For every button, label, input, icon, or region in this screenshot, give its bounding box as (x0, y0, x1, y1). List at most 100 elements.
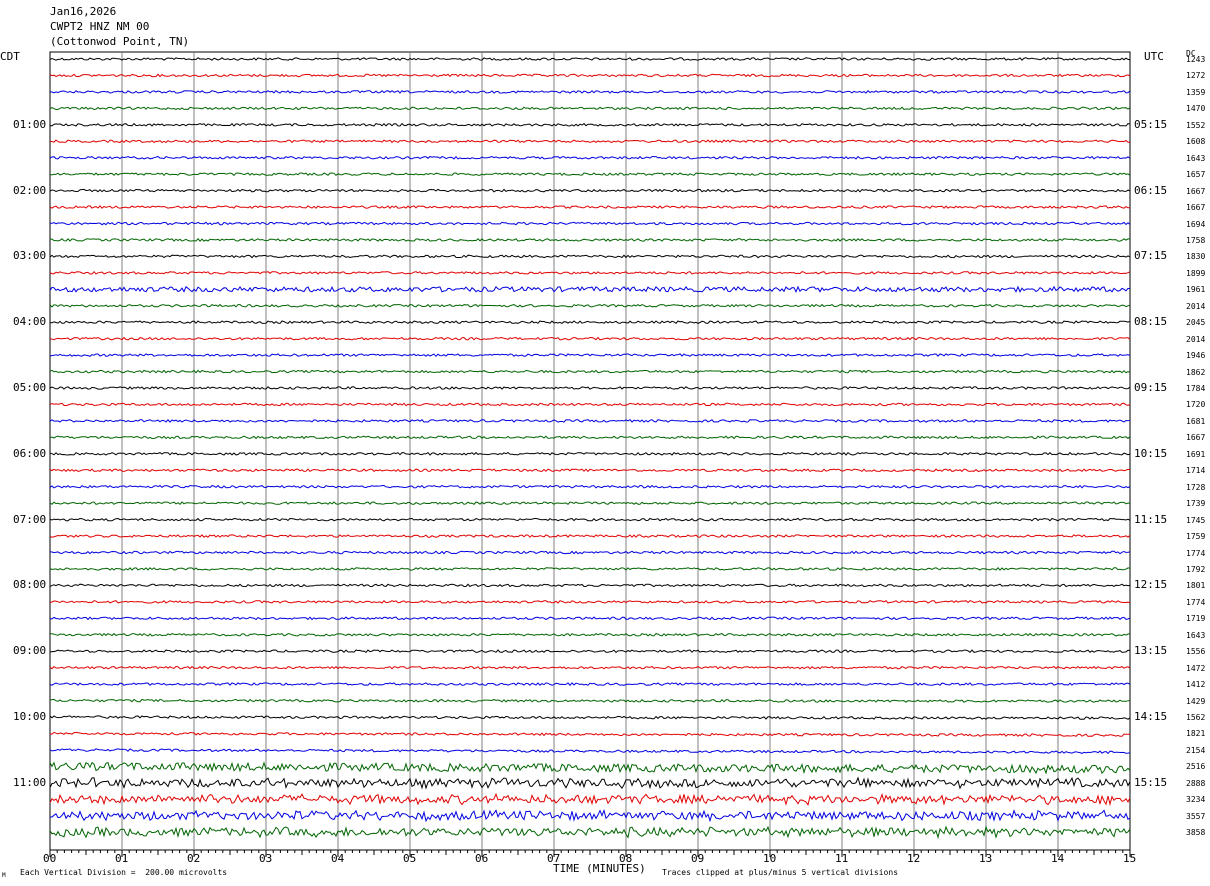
cdt-hour-label: 07:00 (13, 512, 47, 526)
utc-hour-label: 15:15 (1134, 775, 1168, 789)
dc-offset-value: 2014 (1186, 301, 1206, 311)
seismic-trace (49, 776, 1131, 790)
dc-offset-value: 1728 (1186, 482, 1206, 492)
seismic-trace (49, 808, 1131, 823)
dc-offset-value: 1899 (1186, 268, 1206, 278)
clip-note: Traces clipped at plus/minus 5 vertical … (662, 868, 899, 877)
cdt-hour-label: 11:00 (13, 775, 47, 789)
x-tick-label: 00 (43, 852, 57, 865)
dc-offset-value: 1946 (1186, 351, 1206, 361)
seismic-trace (49, 155, 1131, 160)
dc-header-label: DC (1186, 49, 1196, 58)
dc-offset-value: 2516 (1186, 762, 1206, 772)
utc-hour-label: 13:15 (1134, 644, 1168, 658)
dc-offset-value: 1556 (1186, 647, 1206, 657)
utc-hour-label: 08:15 (1134, 315, 1168, 329)
dc-offset-value: 1562 (1186, 713, 1206, 722)
dc-offset-value: 1792 (1186, 564, 1206, 574)
seismic-trace (49, 451, 1131, 456)
dc-offset-value: 2045 (1186, 318, 1206, 328)
dc-offset-value: 1657 (1186, 170, 1206, 180)
seismic-trace (49, 534, 1131, 538)
seismic-trace (49, 825, 1131, 840)
dc-offset-value: 1720 (1186, 400, 1206, 410)
seismic-trace (49, 748, 1131, 755)
seismic-trace (49, 270, 1131, 275)
utc-hour-label: 05:15 (1134, 117, 1168, 131)
seismic-trace (49, 369, 1131, 374)
x-tick-label: 14 (1051, 852, 1065, 865)
dc-offset-value: 1714 (1186, 466, 1206, 476)
dc-offset-value: 1608 (1186, 137, 1206, 147)
corner-mark: M (2, 872, 6, 879)
seismic-trace (49, 435, 1131, 440)
seismic-trace (49, 188, 1131, 193)
dc-offset-value: 1862 (1186, 367, 1206, 377)
dc-offset-value: 1739 (1186, 499, 1206, 509)
x-axis-label: TIME (MINUTES) (553, 862, 646, 875)
cdt-hour-label: 03:00 (13, 249, 47, 263)
seismic-trace (49, 172, 1131, 177)
dc-offset-value: 1784 (1186, 384, 1206, 393)
dc-offset-value: 1552 (1186, 120, 1206, 130)
dc-offset-value: 1429 (1186, 696, 1206, 706)
seismic-trace (49, 649, 1131, 654)
seismic-trace (49, 205, 1130, 209)
dc-offset-value: 3557 (1186, 811, 1206, 821)
x-tick-label: 02 (187, 852, 201, 865)
vertical-division-note: Each Vertical Division = 200.00 microvol… (20, 868, 228, 877)
dc-offset-value: 1681 (1186, 416, 1206, 426)
dc-offset-value: 2014 (1186, 334, 1206, 344)
seismic-trace (49, 73, 1131, 78)
seismic-trace (49, 517, 1131, 522)
utc-hour-label: 12:15 (1134, 578, 1168, 592)
cdt-hour-label: 04:00 (13, 315, 47, 329)
x-tick-label: 06 (475, 852, 489, 865)
seismic-trace (49, 320, 1131, 325)
dc-offset-value: 3234 (1186, 795, 1206, 805)
dc-offset-value: 1821 (1186, 729, 1206, 739)
helicorder-plot (49, 51, 1131, 857)
right-timezone-label: UTC (1144, 50, 1164, 63)
seismic-trace (49, 386, 1131, 390)
seismic-trace (49, 238, 1131, 242)
seismic-trace (49, 221, 1131, 226)
dc-offset-value: 1359 (1186, 87, 1206, 97)
x-tick-label: 09 (691, 852, 705, 865)
seismic-trace (49, 761, 1131, 775)
dc-offset-value: 1745 (1186, 515, 1206, 525)
dc-offset-value: 2888 (1186, 778, 1206, 788)
cdt-hour-label: 06:00 (13, 446, 47, 460)
dc-offset-value: 1643 (1186, 630, 1206, 640)
trace-layer (49, 57, 1131, 840)
seismic-trace (49, 567, 1131, 571)
dc-offset-value: 3858 (1186, 828, 1206, 838)
cdt-hour-label: 05:00 (13, 381, 47, 394)
seismic-trace (49, 254, 1131, 259)
seismic-trace (49, 792, 1131, 807)
cdt-hour-label: 10:00 (13, 710, 47, 723)
seismic-trace (49, 698, 1130, 703)
seismic-trace (49, 106, 1131, 111)
dc-offset-value: 1667 (1186, 203, 1206, 213)
x-tick-label: 15 (1123, 852, 1137, 865)
dc-offset-value: 1758 (1186, 235, 1206, 245)
seismic-trace (49, 419, 1131, 423)
utc-hour-label: 06:15 (1134, 183, 1168, 197)
dc-offset-value: 1801 (1186, 581, 1206, 591)
utc-hour-label: 07:15 (1134, 249, 1168, 263)
dc-offset-value: 1830 (1186, 252, 1206, 262)
seismic-trace (49, 468, 1131, 473)
seismic-trace (49, 484, 1131, 489)
x-tick-label: 12 (907, 852, 921, 865)
seismic-trace (49, 303, 1131, 308)
utc-hour-label: 09:15 (1134, 381, 1168, 394)
seismic-trace (49, 731, 1130, 737)
x-tick-label: 11 (835, 852, 849, 865)
seismic-trace (49, 501, 1131, 505)
x-tick-label: 10 (763, 852, 777, 865)
seismic-trace (49, 122, 1131, 127)
dc-offset-value: 2154 (1186, 745, 1206, 755)
dc-offset-value: 1694 (1186, 219, 1206, 229)
cdt-hour-label: 02:00 (13, 183, 47, 197)
